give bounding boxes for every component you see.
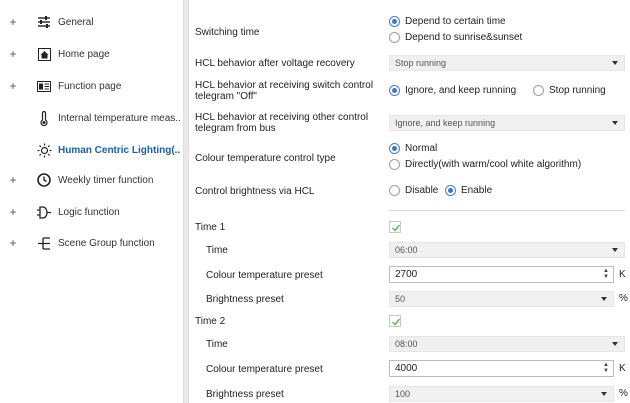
time2-time-label: Time — [206, 339, 228, 350]
function-page-icon — [36, 78, 52, 94]
radio-button[interactable] — [445, 185, 456, 196]
time1-br-unit: % — [619, 293, 628, 304]
hcl-switch-off-label-1: HCL behavior at receiving switch control — [195, 80, 374, 91]
sidebar-item-label: Internal temperature meas... — [58, 112, 180, 124]
time2-br-select[interactable]: 100 — [389, 386, 614, 402]
time1-time-label: Time — [206, 245, 228, 256]
sidebar-item-internal-temperature[interactable]: Internal temperature meas... — [0, 104, 183, 132]
sidebar-item-label: Scene Group function — [58, 237, 155, 249]
radio-button[interactable] — [389, 16, 400, 27]
sun-icon — [36, 142, 52, 158]
hcl-after-recovery-label: HCL behavior after voltage recovery — [195, 58, 355, 69]
chevron-down-icon — [612, 61, 618, 65]
hcl-after-recovery-select[interactable]: Stop running — [389, 55, 625, 71]
sidebar-item-label: Logic function — [58, 206, 120, 218]
sidebar-item-label: Human Centric Lighting(... — [58, 144, 180, 156]
chevron-down-icon — [601, 297, 607, 301]
expand-icon[interactable]: + — [8, 47, 18, 61]
hcl-other-telegram-label-2: telegram from bus — [195, 123, 276, 134]
switching-time-option-sunrise-sunset[interactable]: Depend to sunrise&sunset — [389, 32, 522, 43]
radio-button[interactable] — [389, 159, 400, 170]
time2-ct-label: Colour temperature preset — [206, 364, 323, 375]
sliders-icon — [36, 14, 52, 30]
time2-ct-unit: K — [619, 363, 626, 374]
brightness-option-disable[interactable]: Disable — [389, 185, 438, 196]
hcl-switch-off-option-ignore[interactable]: Ignore, and keep running — [389, 85, 516, 96]
sidebar-item-general[interactable]: + General — [0, 8, 183, 36]
chevron-down-icon — [612, 342, 618, 346]
clock-icon — [36, 172, 52, 188]
hcl-switch-off-label-2: telegram "Off" — [195, 91, 257, 102]
scene-icon — [36, 235, 52, 251]
hcl-other-telegram-select[interactable]: Ignore, and keep running — [389, 115, 625, 131]
sidebar-item-weekly-timer[interactable]: + Weekly timer function — [0, 166, 183, 194]
time1-ct-label: Colour temperature preset — [206, 270, 323, 281]
spinner-icon[interactable]: ▲ ▼ — [602, 362, 610, 374]
time2-ct-input[interactable]: 4000 ▲ ▼ — [389, 360, 614, 377]
radio-button[interactable] — [389, 85, 400, 96]
brightness-option-enable[interactable]: Enable — [445, 185, 492, 196]
time1-checkbox[interactable] — [389, 221, 401, 233]
thermometer-icon — [36, 110, 52, 126]
expand-icon[interactable]: + — [8, 79, 18, 93]
colour-temp-control-label: Colour temperature control type — [195, 153, 336, 164]
sidebar-item-scene-group[interactable]: + Scene Group function — [0, 229, 183, 257]
radio-button[interactable] — [533, 85, 544, 96]
radio-button[interactable] — [389, 185, 400, 196]
time2-br-unit: % — [619, 388, 628, 399]
time1-label: Time 1 — [195, 222, 226, 233]
hcl-switch-off-option-stop[interactable]: Stop running — [533, 85, 606, 96]
radio-button[interactable] — [389, 32, 400, 43]
expand-icon[interactable]: + — [8, 15, 18, 29]
home-icon — [36, 46, 52, 62]
sidebar-item-function-page[interactable]: + Function page — [0, 72, 183, 100]
time1-br-select[interactable]: 50 — [389, 291, 614, 307]
parameter-panel: Switching time Depend to certain time De… — [189, 0, 630, 403]
chevron-down-icon — [612, 121, 618, 125]
sidebar-item-label: General — [58, 16, 94, 28]
expand-icon[interactable]: + — [8, 236, 18, 250]
chevron-down-icon — [601, 392, 607, 396]
radio-button[interactable] — [389, 143, 400, 154]
time1-br-label: Brightness preset — [206, 294, 284, 305]
chevron-down-icon — [612, 248, 618, 252]
sidebar-item-label: Function page — [58, 80, 122, 92]
colour-temp-option-normal[interactable]: Normal — [389, 143, 437, 154]
time1-ct-unit: K — [619, 269, 626, 280]
brightness-via-hcl-label: Control brightness via HCL — [195, 186, 315, 197]
switching-time-label: Switching time — [195, 27, 260, 38]
time2-time-select[interactable]: 08:00 — [389, 336, 625, 352]
time1-ct-input[interactable]: 2700 ▲ ▼ — [389, 266, 614, 283]
sidebar-item-human-centric-lighting[interactable]: Human Centric Lighting(... — [0, 136, 183, 164]
sidebar-item-home-page[interactable]: + Home page — [0, 40, 183, 68]
time2-label: Time 2 — [195, 316, 226, 327]
expand-icon[interactable]: + — [8, 205, 18, 219]
checkmark-icon — [391, 318, 401, 326]
switching-time-option-certain-time[interactable]: Depend to certain time — [389, 16, 506, 27]
section-divider — [389, 210, 625, 211]
sidebar-item-logic-function[interactable]: + Logic function — [0, 198, 183, 226]
hcl-other-telegram-label-1: HCL behavior at receiving other control — [195, 112, 369, 123]
time2-checkbox[interactable] — [389, 315, 401, 327]
colour-temp-option-directly[interactable]: Directly(with warm/cool white algorithm) — [389, 159, 581, 170]
spinner-icon[interactable]: ▲ ▼ — [602, 268, 610, 280]
sidebar-item-label: Weekly timer function — [58, 174, 154, 186]
time2-br-label: Brightness preset — [206, 389, 284, 400]
sidebar: + General + Home page + Function page In… — [0, 0, 183, 403]
logic-icon — [36, 204, 52, 220]
sidebar-item-label: Home page — [58, 48, 110, 60]
expand-icon[interactable]: + — [8, 173, 18, 187]
time1-time-select[interactable]: 06:00 — [389, 242, 625, 258]
checkmark-icon — [391, 224, 401, 232]
